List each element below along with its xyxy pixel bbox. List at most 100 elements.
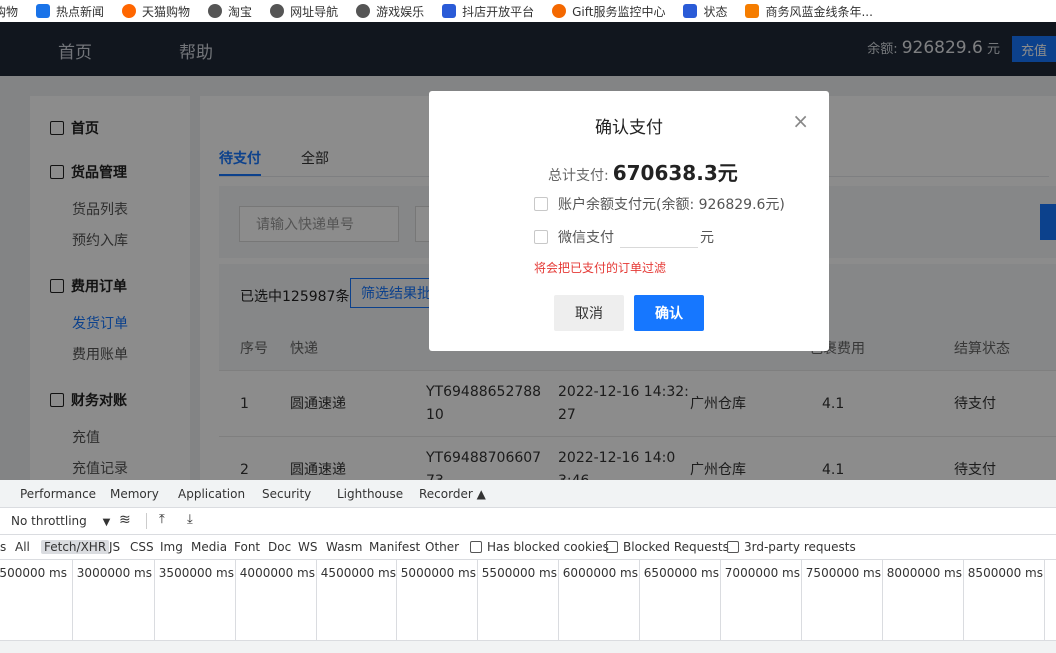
checkbox-box xyxy=(727,541,739,553)
filter-wasm[interactable]: Wasm xyxy=(326,540,362,554)
filter-ws[interactable]: WS xyxy=(298,540,317,554)
balance-pay-checkbox[interactable] xyxy=(534,197,548,211)
checkbox-label: Blocked Requests xyxy=(623,540,729,554)
flask-icon: ▲ xyxy=(476,487,486,501)
timeline-gridline xyxy=(1044,560,1045,641)
blogger-icon xyxy=(745,4,760,18)
checkbox-label: Has blocked cookies xyxy=(487,540,609,554)
tmall-icon xyxy=(122,4,137,18)
filter-js[interactable]: JS xyxy=(109,540,120,554)
bookmarks-bar: 购物 热点新闻 天猫购物 淘宝 网址导航 游戏娱乐 抖店开放平台 Gift服务监… xyxy=(0,0,1056,22)
timeline-tick: 7500000 ms xyxy=(805,566,881,580)
globe-icon xyxy=(270,4,285,18)
globe-icon xyxy=(356,4,371,18)
blocked-requests-checkbox[interactable]: Blocked Requests xyxy=(606,540,729,554)
bookmark-7[interactable]: 抖店开放平台 xyxy=(442,3,534,20)
bookmark-1[interactable]: 购物 xyxy=(0,3,18,20)
filter-chip: s xyxy=(0,540,7,554)
tab-application[interactable]: Application xyxy=(178,487,245,501)
bookmark-9[interactable]: 状态 xyxy=(683,3,727,20)
checkbox-box xyxy=(470,541,482,553)
network-timeline[interactable]: 2500000 ms 3000000 ms 3500000 ms 4000000… xyxy=(0,560,1056,641)
timeline-tick: 6500000 ms xyxy=(643,566,719,580)
network-toolbar: No throttling ▼ ≋ ⤒ ⤓ xyxy=(0,508,1056,535)
bookmark-label: 热点新闻 xyxy=(56,4,105,19)
filter-fetch-xhr[interactable]: Fetch/XHR xyxy=(41,540,110,554)
network-conditions-icon[interactable]: ≋ xyxy=(119,512,131,528)
bookmark-10[interactable]: 商务风蓝金线条年... xyxy=(745,3,873,20)
recorder-label: Recorder xyxy=(419,487,473,501)
bookmark-8[interactable]: Gift服务监控中心 xyxy=(552,3,665,20)
bookmark-5[interactable]: 网址导航 xyxy=(270,3,338,20)
third-party-checkbox[interactable]: 3rd-party requests xyxy=(727,540,856,554)
filter-font[interactable]: Font xyxy=(234,540,260,554)
dropdown-arrow-icon: ▼ xyxy=(102,517,111,528)
filter-css[interactable]: CSS xyxy=(130,540,154,554)
balance-pay-option[interactable]: 账户余额支付元(余额: 926829.6元) xyxy=(534,194,785,214)
timeline-tick: 3500000 ms xyxy=(158,566,234,580)
timeline-tick: 8500000 ms xyxy=(967,566,1043,580)
bookmark-label: Gift服务监控中心 xyxy=(572,4,666,19)
doudian-icon xyxy=(683,4,698,18)
filter-doc[interactable]: Doc xyxy=(268,540,291,554)
timeline-tick: 5000000 ms xyxy=(400,566,476,580)
bookmark-2[interactable]: 热点新闻 xyxy=(36,3,104,20)
wechat-pay-option[interactable]: 微信支付 元 xyxy=(534,226,714,248)
tab-performance[interactable]: Performance xyxy=(20,487,96,501)
tab-security[interactable]: Security xyxy=(262,487,311,501)
balance-pay-label: 账户余额支付元(余额: 926829.6元) xyxy=(558,197,785,213)
total-label: 总计支付: xyxy=(548,168,609,184)
wechat-amount-input[interactable] xyxy=(620,226,698,248)
bookmark-label: 天猫购物 xyxy=(142,4,191,19)
news-icon xyxy=(36,4,51,18)
timeline-tick: 5500000 ms xyxy=(481,566,557,580)
bookmark-label: 淘宝 xyxy=(228,4,253,19)
wechat-pay-checkbox[interactable] xyxy=(534,230,548,244)
tab-lighthouse[interactable]: Lighthouse xyxy=(337,487,403,501)
bookmark-label: 购物 xyxy=(0,4,19,19)
filter-media[interactable]: Media xyxy=(191,540,227,554)
request-table-header xyxy=(0,641,1056,653)
timeline-tick: 4500000 ms xyxy=(320,566,396,580)
bookmark-label: 游戏娱乐 xyxy=(376,4,425,19)
tab-recorder[interactable]: Recorder ▲ xyxy=(419,487,486,501)
confirm-button[interactable]: 确认 xyxy=(634,295,704,331)
timeline-tick: 7000000 ms xyxy=(724,566,800,580)
filter-all[interactable]: All xyxy=(15,540,30,554)
checkbox-box xyxy=(606,541,618,553)
download-icon[interactable]: ⤓ xyxy=(187,512,193,527)
bookmark-3[interactable]: 天猫购物 xyxy=(122,3,190,20)
bookmark-label: 状态 xyxy=(703,4,728,19)
wechat-unit: 元 xyxy=(700,230,714,246)
bookmark-label: 商务风蓝金线条年... xyxy=(765,4,873,19)
upload-icon[interactable]: ⤒ xyxy=(159,512,165,527)
grafana-icon xyxy=(552,4,567,18)
timeline-tick: 3000000 ms xyxy=(76,566,152,580)
devtools-panel: Performance Memory Application Security … xyxy=(0,480,1056,653)
bookmark-6[interactable]: 游戏娱乐 xyxy=(356,3,424,20)
toolbar-divider xyxy=(146,513,147,529)
throttling-select[interactable]: No throttling ▼ xyxy=(11,514,110,528)
checkbox-label: 3rd-party requests xyxy=(744,540,856,554)
tab-memory[interactable]: Memory xyxy=(110,487,159,501)
cancel-button[interactable]: 取消 xyxy=(554,295,624,331)
dialog-title: 确认支付 xyxy=(595,118,663,138)
bookmark-label: 抖店开放平台 xyxy=(462,4,535,19)
bookmark-label: 网址导航 xyxy=(290,4,339,19)
filter-other[interactable]: Other xyxy=(425,540,459,554)
blocked-cookies-checkbox[interactable]: Has blocked cookies xyxy=(470,540,609,554)
timeline-tick: 4000000 ms xyxy=(239,566,315,580)
devtools-tabs: Performance Memory Application Security … xyxy=(0,480,1056,508)
confirm-payment-dialog: 确认支付 × 总计支付: 670638.3元 账户余额支付元(余额: 92682… xyxy=(429,91,829,351)
filter-img[interactable]: Img xyxy=(160,540,183,554)
filter-manifest[interactable]: Manifest xyxy=(369,540,420,554)
bookmark-4[interactable]: 淘宝 xyxy=(208,3,252,20)
timeline-tick: 6000000 ms xyxy=(562,566,638,580)
close-icon[interactable]: × xyxy=(792,111,809,131)
timeline-tick: 8000000 ms xyxy=(886,566,962,580)
total-value: 670638.3元 xyxy=(612,161,738,185)
network-filter-bar: s All Fetch/XHR JS CSS Img Media Font Do… xyxy=(0,535,1056,560)
timeline-tick: 2500000 ms xyxy=(0,566,67,580)
total-payment: 总计支付: 670638.3元 xyxy=(548,157,738,186)
globe-icon xyxy=(208,4,223,18)
